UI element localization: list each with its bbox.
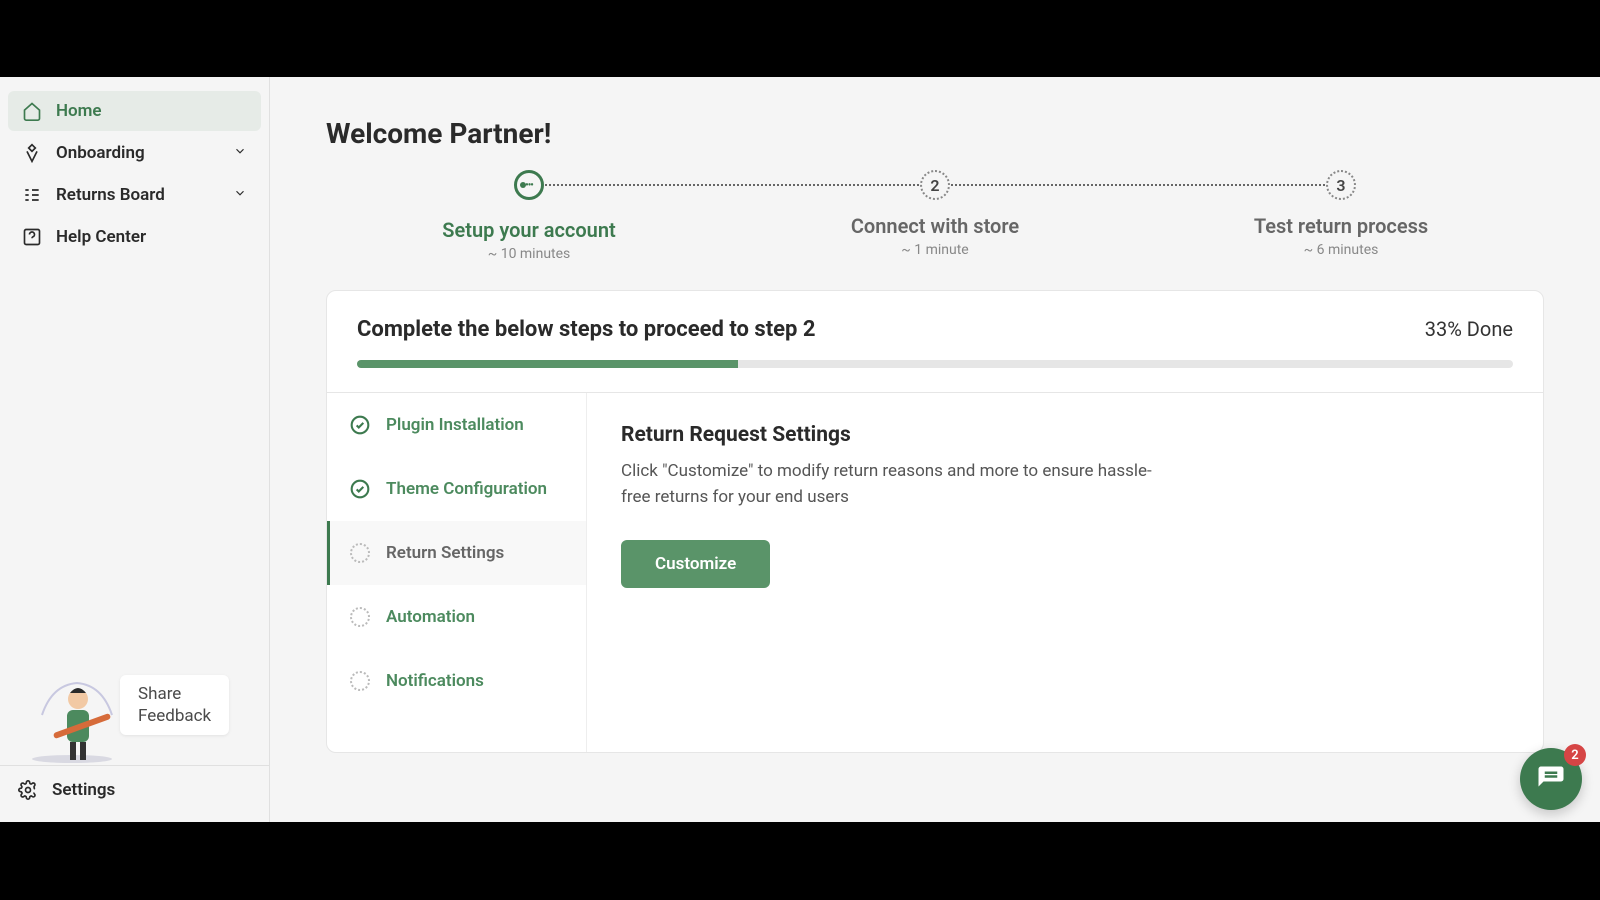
step-subtitle: ~ 6 minutes [1138,242,1544,258]
detail-title: Return Request Settings [621,423,1509,447]
chat-fab[interactable]: 2 [1520,748,1582,810]
onboarding-card: Complete the below steps to proceed to s… [326,290,1544,753]
feedback-line1: Share [138,683,211,705]
chevron-down-icon [233,185,247,205]
sidebar-item-returns-board[interactable]: Returns Board [8,175,261,215]
feedback-bubble: Share Feedback [120,675,229,735]
sidebar-item-onboarding[interactable]: Onboarding [8,133,261,173]
task-item-return-settings[interactable]: Return Settings [327,521,586,585]
page-title: Welcome Partner! [326,117,1544,150]
share-feedback[interactable]: Share Feedback [0,645,269,765]
sidebar-item-label: Help Center [56,227,146,247]
chevron-down-icon [233,143,247,163]
sidebar-item-home[interactable]: Home [8,91,261,131]
sidebar-item-label: Home [56,101,102,121]
help-icon [22,227,42,247]
task-item-plugin-installation[interactable]: Plugin Installation [327,393,586,457]
task-item-notifications[interactable]: Notifications [327,649,586,713]
step-title: Test return process [1138,214,1544,238]
feedback-line2: Feedback [138,705,211,727]
pending-circle-icon [350,607,370,627]
task-label: Theme Configuration [386,479,547,499]
step-circle-future: 3 [1326,170,1356,200]
sidebar: Home Onboarding Returns Board [0,77,270,822]
feedback-illustration [22,655,132,765]
pending-circle-icon [350,671,370,691]
step-circle-current [514,170,544,200]
step-subtitle: ~ 10 minutes [326,246,732,262]
main-content: Welcome Partner! Setup your account ~ 10… [270,77,1600,822]
task-label: Plugin Installation [386,415,524,435]
settings-label: Settings [52,780,115,800]
task-list: Plugin Installation Theme Configuration … [327,393,587,752]
gear-icon [18,780,38,800]
progress-fill [357,360,738,368]
task-detail: Return Request Settings Click "Customize… [587,393,1543,752]
sidebar-item-settings[interactable]: Settings [0,765,269,814]
sidebar-item-help-center[interactable]: Help Center [8,217,261,257]
diamond-icon [22,143,42,163]
step-connector [935,184,1341,186]
stepper: Setup your account ~ 10 minutes 2 Connec… [326,170,1544,262]
task-label: Notifications [386,671,484,691]
pending-circle-icon [350,543,370,563]
customize-button[interactable]: Customize [621,540,770,588]
home-icon [22,101,42,121]
check-circle-icon [350,415,370,435]
card-header: Complete the below steps to proceed to s… [327,291,1543,392]
task-label: Return Settings [386,543,504,563]
task-label: Automation [386,607,475,627]
app-area: Home Onboarding Returns Board [0,77,1600,822]
card-header-row: Complete the below steps to proceed to s… [357,317,1513,342]
progress-bar [357,360,1513,368]
sidebar-bottom: Share Feedback Settings [0,645,269,822]
chat-badge: 2 [1564,744,1586,766]
check-circle-icon [350,479,370,499]
step-1: Setup your account ~ 10 minutes [326,170,732,262]
progress-label: 33% Done [1425,317,1513,341]
step-title: Setup your account [326,218,732,242]
list-icon [22,185,42,205]
detail-description: Click "Customize" to modify return reaso… [621,459,1181,510]
card-title: Complete the below steps to proceed to s… [357,317,816,342]
card-body: Plugin Installation Theme Configuration … [327,392,1543,752]
step-subtitle: ~ 1 minute [732,242,1138,258]
sidebar-item-label: Onboarding [56,143,145,163]
step-connector [529,184,935,186]
step-title: Connect with store [732,214,1138,238]
step-circle-future: 2 [920,170,950,200]
task-item-theme-configuration[interactable]: Theme Configuration [327,457,586,521]
sidebar-item-label: Returns Board [56,185,165,205]
task-item-automation[interactable]: Automation [327,585,586,649]
sidebar-nav: Home Onboarding Returns Board [0,77,269,645]
chat-icon [1536,764,1566,794]
